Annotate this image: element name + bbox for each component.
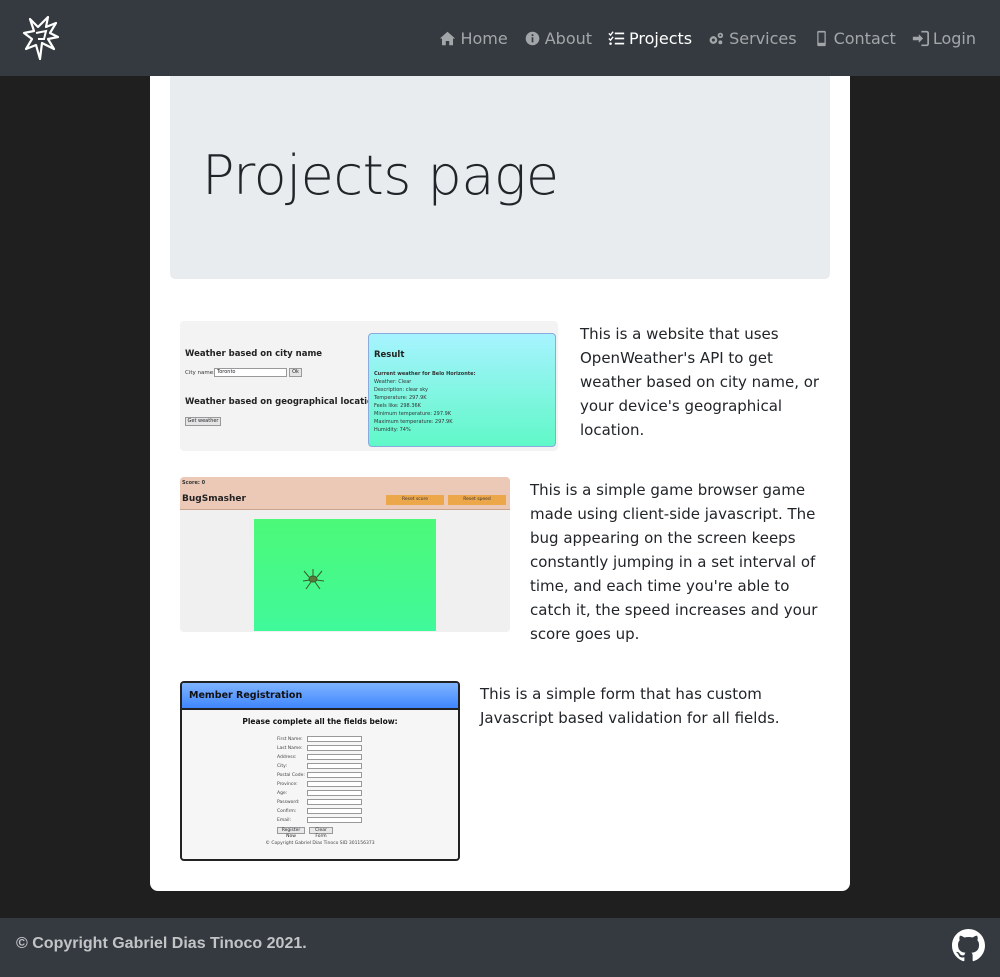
logo-icon[interactable] bbox=[22, 13, 62, 63]
form-row: Province: bbox=[277, 781, 458, 789]
project-description: This is a simple form that has custom Ja… bbox=[480, 685, 780, 727]
city-input: Toronto bbox=[214, 368, 287, 377]
nav-login[interactable]: Login bbox=[912, 29, 976, 48]
weather-geo-heading: Weather based on geographical location bbox=[185, 397, 379, 407]
form-label: Province: bbox=[277, 782, 298, 787]
form-label: Last Name: bbox=[277, 746, 303, 751]
form-field bbox=[307, 817, 362, 823]
form-field bbox=[307, 736, 362, 742]
form-label: City: bbox=[277, 764, 288, 769]
form-field bbox=[307, 808, 362, 814]
clear-form-button: Clear Form bbox=[309, 827, 333, 839]
nav-menu: Home About Projects Services Contact Log… bbox=[439, 0, 976, 76]
result-line: Minimum temperature: 297.9K bbox=[374, 411, 452, 417]
form-row: Last Name: bbox=[277, 745, 458, 753]
game-field bbox=[254, 519, 436, 631]
register-button: Register Now bbox=[277, 827, 305, 839]
form-label: First Name: bbox=[277, 737, 303, 742]
bug-icon bbox=[302, 569, 325, 590]
project-description: This is a simple game browser game made … bbox=[530, 481, 818, 643]
form-row: First Name: bbox=[277, 736, 458, 744]
form-field bbox=[307, 763, 362, 769]
result-panel: Result Current weather for Belo Horizont… bbox=[368, 333, 556, 447]
nav-home-label: Home bbox=[460, 28, 508, 48]
form-label: Confirm: bbox=[277, 809, 297, 814]
weather-app-thumbnail[interactable]: Weather based on city name City name: To… bbox=[180, 321, 558, 451]
result-line: Humidity: 74% bbox=[374, 427, 411, 433]
result-line: Description: clear sky bbox=[374, 387, 428, 393]
form-subtitle: Please complete all the fields below: bbox=[242, 717, 398, 726]
score-text: Score: 0 bbox=[182, 480, 206, 486]
nav-projects[interactable]: Projects bbox=[608, 29, 692, 48]
form-label: Address: bbox=[277, 755, 297, 760]
form-label: Email: bbox=[277, 818, 292, 823]
form-row: Password: bbox=[277, 799, 458, 807]
sign-in-icon bbox=[912, 30, 929, 46]
result-line: Temperature: 297.9K bbox=[374, 395, 427, 401]
tasks-icon bbox=[608, 30, 625, 45]
main-card: Projects page Weather based on city name… bbox=[150, 76, 850, 891]
bugsmasher-thumbnail[interactable]: Score: 0 BugSmasher Reset score Reset sp… bbox=[180, 477, 510, 632]
form-copyright: © Copyright Gabriel Dias Tinoco SID 3011… bbox=[265, 841, 375, 846]
form-field bbox=[307, 790, 362, 796]
page-title: Projects page bbox=[202, 144, 559, 207]
reset-score-button: Reset score bbox=[386, 495, 444, 505]
navbar: Home About Projects Services Contact Log… bbox=[0, 0, 1000, 76]
form-row: Address: bbox=[277, 754, 458, 762]
cogs-icon bbox=[709, 32, 724, 44]
result-line: Weather: Clear bbox=[374, 379, 412, 385]
project-description: This is a website that uses OpenWeather'… bbox=[580, 325, 820, 439]
nav-projects-label: Projects bbox=[629, 28, 693, 48]
form-row: Confirm: bbox=[277, 808, 458, 816]
footer: © Copyright Gabriel Dias Tinoco 2021. bbox=[0, 918, 1000, 977]
nav-about[interactable]: About bbox=[524, 29, 592, 48]
result-line: Current weather for Belo Horizonte: bbox=[374, 371, 476, 377]
result-title: Result bbox=[374, 350, 405, 360]
form-field bbox=[307, 799, 362, 805]
ok-button: Ok bbox=[289, 368, 302, 377]
form-row: Email: bbox=[277, 817, 458, 825]
nav-services-label: Services bbox=[729, 28, 797, 48]
nav-contact-label: Contact bbox=[833, 28, 896, 48]
form-field bbox=[307, 754, 362, 760]
form-label: Age: bbox=[277, 791, 288, 796]
home-icon bbox=[440, 31, 456, 45]
nav-contact[interactable]: Contact bbox=[813, 29, 896, 48]
form-field bbox=[307, 745, 362, 751]
result-line: Feels like: 298.36K bbox=[374, 403, 421, 409]
mobile-icon bbox=[816, 30, 826, 46]
form-field bbox=[307, 772, 362, 778]
bugsmasher-header: Score: 0 BugSmasher Reset score Reset sp… bbox=[180, 477, 510, 510]
form-header: Member Registration bbox=[182, 683, 458, 710]
jumbotron: Projects page bbox=[170, 76, 830, 279]
nav-services[interactable]: Services bbox=[708, 28, 797, 48]
reset-speed-button: Reset speed bbox=[448, 495, 506, 505]
form-label: Postal Code: bbox=[277, 773, 305, 778]
form-label: Password: bbox=[277, 800, 300, 805]
footer-copyright: © Copyright Gabriel Dias Tinoco 2021. bbox=[16, 935, 307, 952]
form-row: City: bbox=[277, 763, 458, 771]
form-row: Age: bbox=[277, 790, 458, 798]
form-header-title: Member Registration bbox=[189, 690, 303, 701]
form-row: Postal Code: bbox=[277, 772, 458, 780]
weather-city-heading: Weather based on city name bbox=[185, 349, 323, 359]
nav-home[interactable]: Home bbox=[439, 28, 508, 48]
bugsmasher-title: BugSmasher bbox=[182, 494, 246, 504]
form-field bbox=[307, 781, 362, 787]
registration-form-thumbnail[interactable]: Member Registration Please complete all … bbox=[180, 681, 460, 861]
info-circle-icon bbox=[525, 31, 540, 45]
get-weather-button: Get weather bbox=[185, 417, 221, 426]
nav-about-label: About bbox=[544, 28, 593, 48]
city-label: City name: bbox=[185, 370, 215, 376]
nav-login-label: Login bbox=[932, 28, 976, 48]
github-icon[interactable] bbox=[952, 929, 985, 962]
result-line: Maximum temperature: 297.9K bbox=[374, 419, 453, 425]
